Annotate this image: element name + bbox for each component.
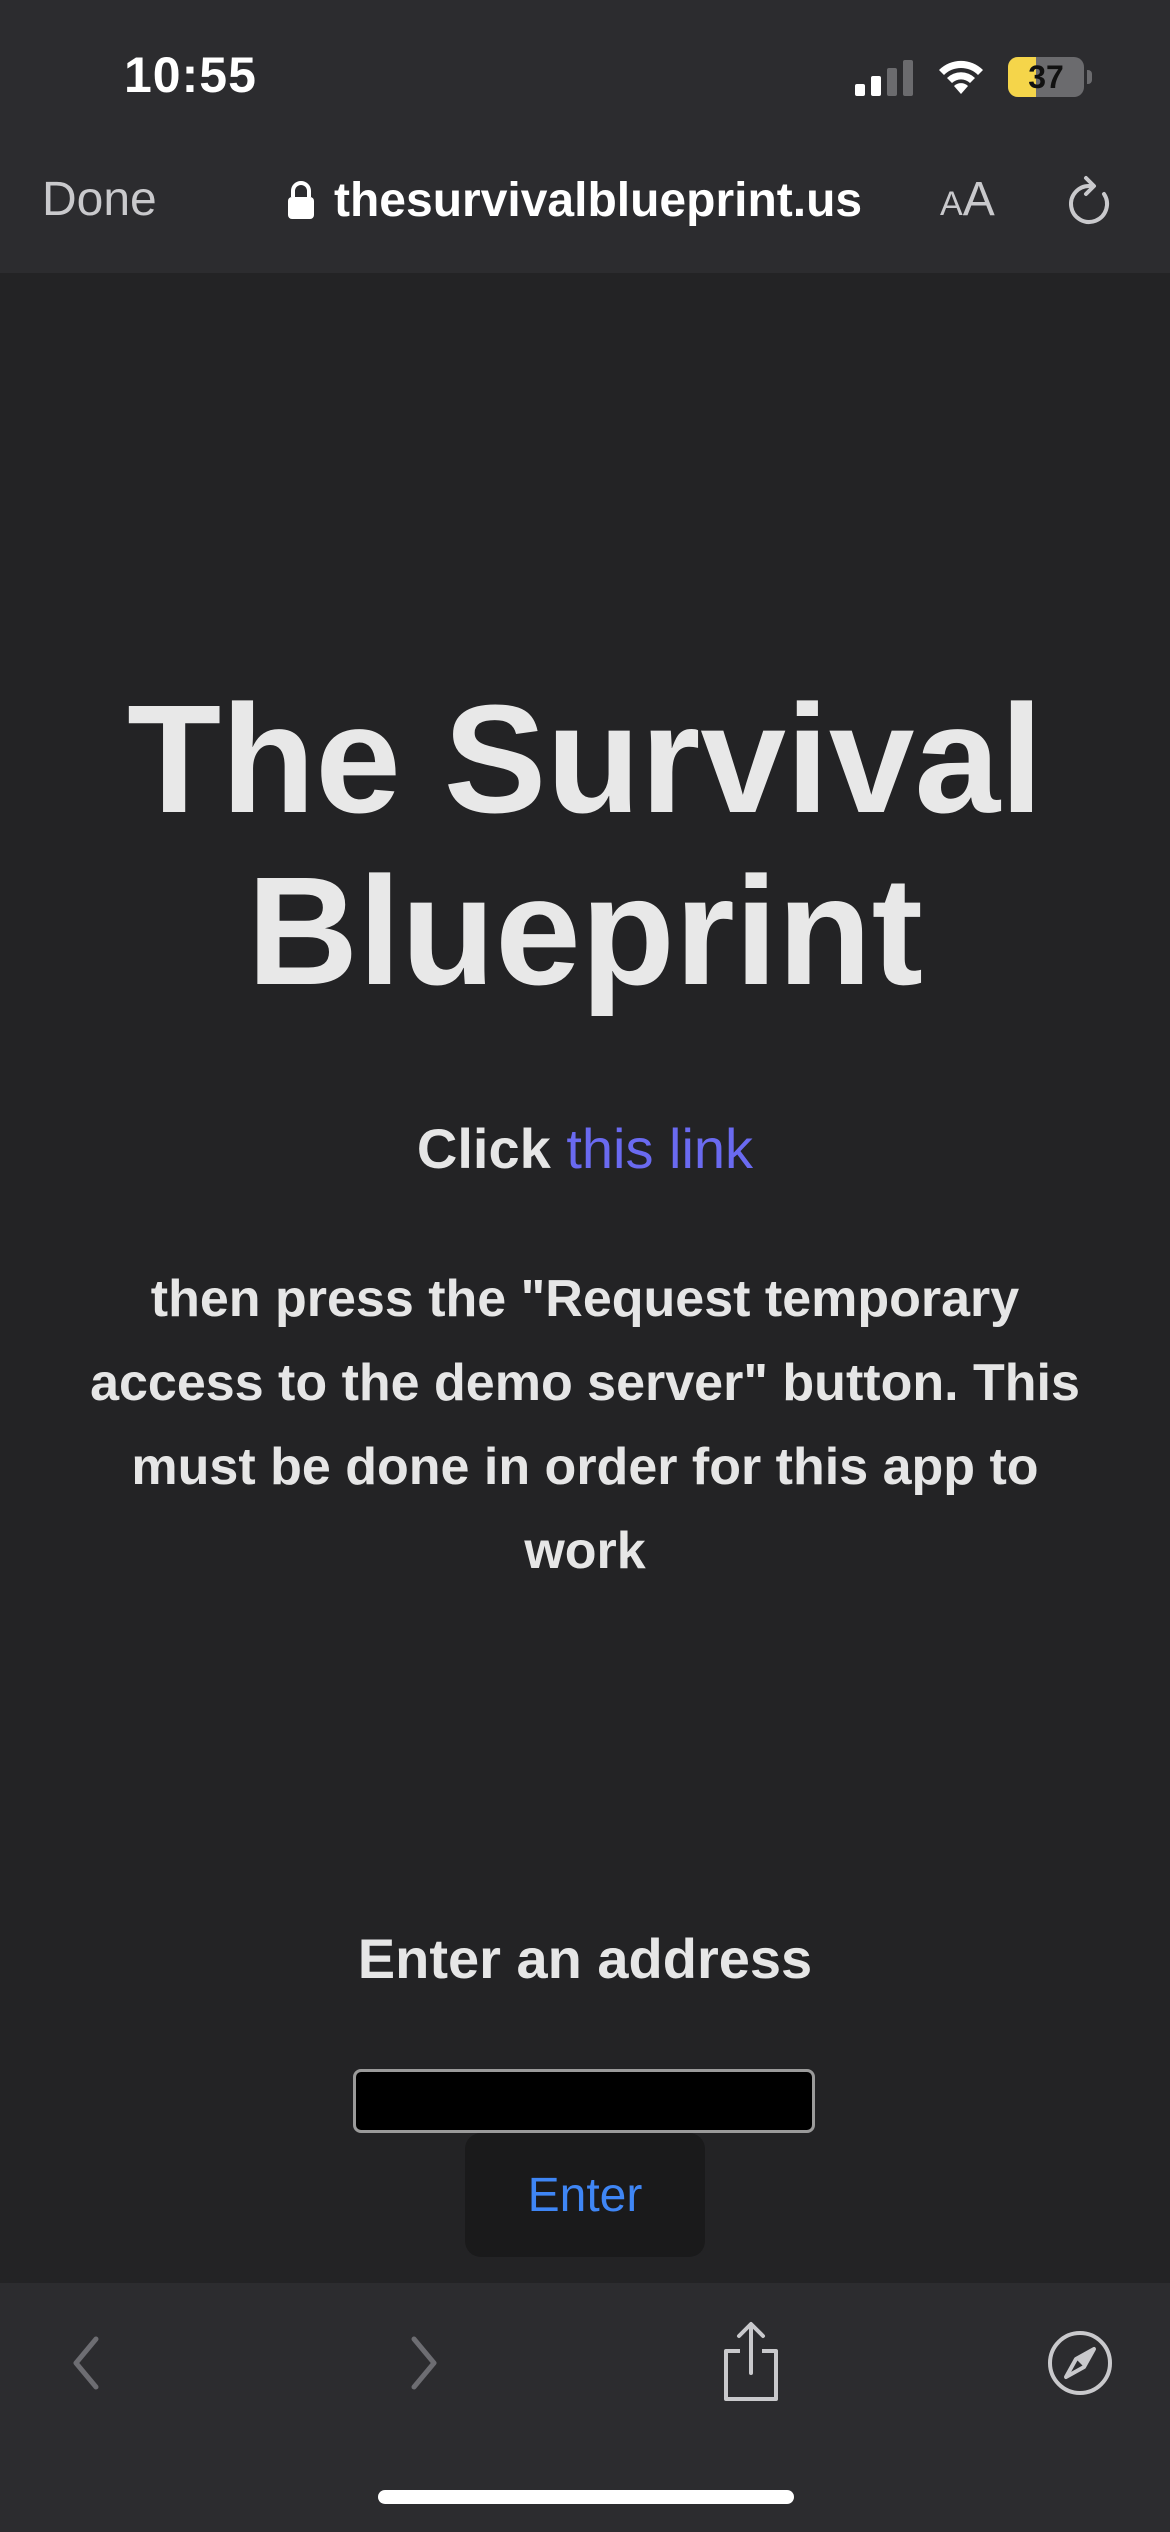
browser-toolbar: Done thesurvivalblueprint.us AA xyxy=(0,150,1170,273)
text-size-large-glyph: A xyxy=(962,173,995,226)
instructions-text: then press the "Request temporary access… xyxy=(90,1270,1080,1580)
demo-access-link[interactable]: this link xyxy=(566,1117,753,1180)
cellular-signal-icon xyxy=(855,60,913,96)
address-label: Enter an address xyxy=(357,1927,813,1990)
text-size-button[interactable]: AA xyxy=(940,170,995,230)
done-button[interactable]: Done xyxy=(42,170,157,230)
wifi-icon xyxy=(939,60,983,94)
share-icon[interactable] xyxy=(718,2319,784,2403)
enter-button[interactable]: Enter xyxy=(465,2133,705,2257)
battery-indicator: 37 xyxy=(1008,57,1092,97)
reload-icon[interactable] xyxy=(1064,174,1116,230)
click-prefix: Click xyxy=(416,1117,567,1180)
battery-level: 37 xyxy=(1028,59,1064,95)
status-time: 10:55 xyxy=(124,47,257,103)
address-bar[interactable]: thesurvivalblueprint.us xyxy=(286,170,862,230)
page-title: The Survival Blueprint xyxy=(127,673,1043,1017)
click-instruction: Click this link xyxy=(0,1116,1170,1181)
battery-cap xyxy=(1087,70,1092,84)
text-size-small-glyph: A xyxy=(940,185,963,223)
chevron-right-icon[interactable] xyxy=(398,2323,448,2403)
home-indicator[interactable] xyxy=(378,2490,794,2504)
compass-icon[interactable] xyxy=(1046,2329,1114,2397)
chevron-left-icon[interactable] xyxy=(62,2323,112,2403)
address-input[interactable] xyxy=(353,2069,815,2133)
lock-icon xyxy=(288,181,314,219)
phone-screen: 10:55 37 Done thesurvivalblueprint.us AA… xyxy=(0,0,1170,2532)
status-bar: 10:55 37 xyxy=(0,0,1170,150)
url-text: thesurvivalblueprint.us xyxy=(334,173,863,227)
web-content: The Survival Blueprint Click this link t… xyxy=(0,273,1170,2283)
battery-body: 37 xyxy=(1008,57,1084,97)
